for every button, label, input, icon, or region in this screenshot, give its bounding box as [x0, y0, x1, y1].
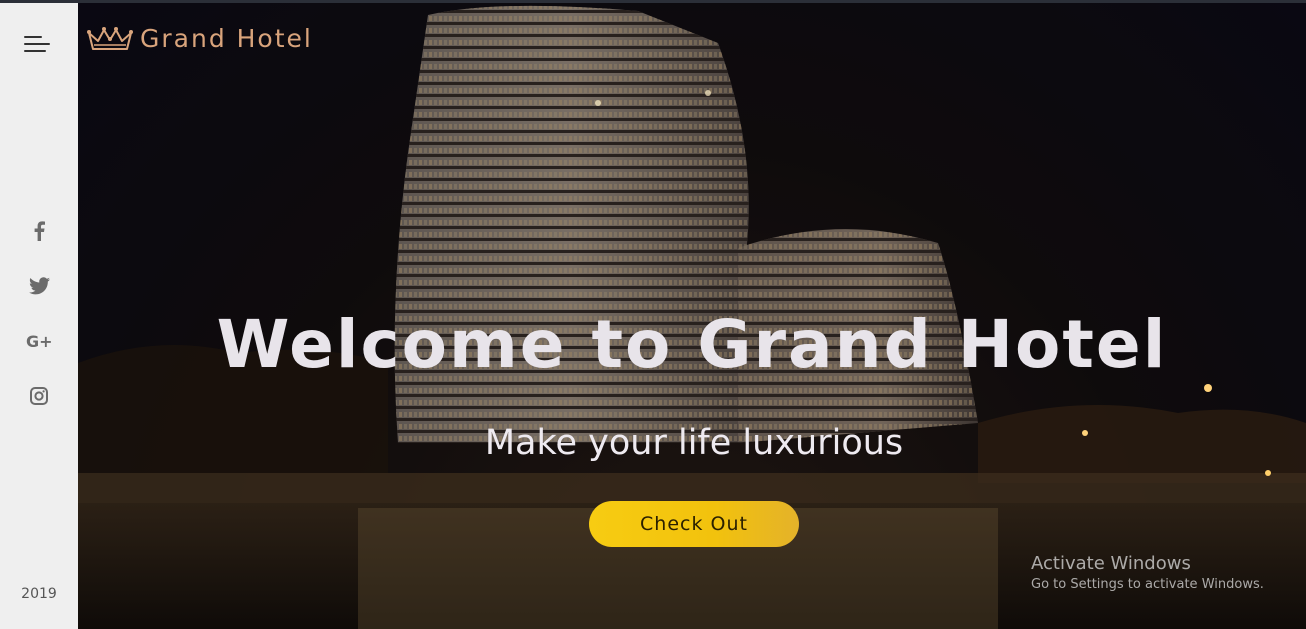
activate-text: Go to Settings to activate Windows.: [1031, 577, 1264, 592]
activate-title: Activate Windows: [1031, 553, 1191, 574]
windows-activation-watermark: Activate Windows Go to Settings to activ…: [1031, 553, 1264, 592]
hero-title: Welcome to Grand Hotel: [216, 306, 1168, 383]
sidebar: G+ 2019: [0, 3, 78, 629]
brand-logo[interactable]: Grand Hotel: [86, 24, 313, 53]
crown-icon: [87, 26, 133, 50]
hamburger-menu-icon[interactable]: [24, 32, 52, 56]
hero-subtitle: Make your life luxurious: [484, 423, 904, 463]
twitter-icon[interactable]: [0, 271, 78, 301]
facebook-icon[interactable]: [0, 216, 78, 246]
instagram-icon[interactable]: [0, 381, 78, 411]
google-plus-icon[interactable]: G+: [0, 326, 78, 356]
brand-name: Grand Hotel: [140, 24, 313, 53]
svg-text:G+: G+: [26, 332, 52, 350]
copyright-year: 2019: [21, 586, 57, 602]
check-out-button[interactable]: Check Out: [589, 501, 799, 547]
